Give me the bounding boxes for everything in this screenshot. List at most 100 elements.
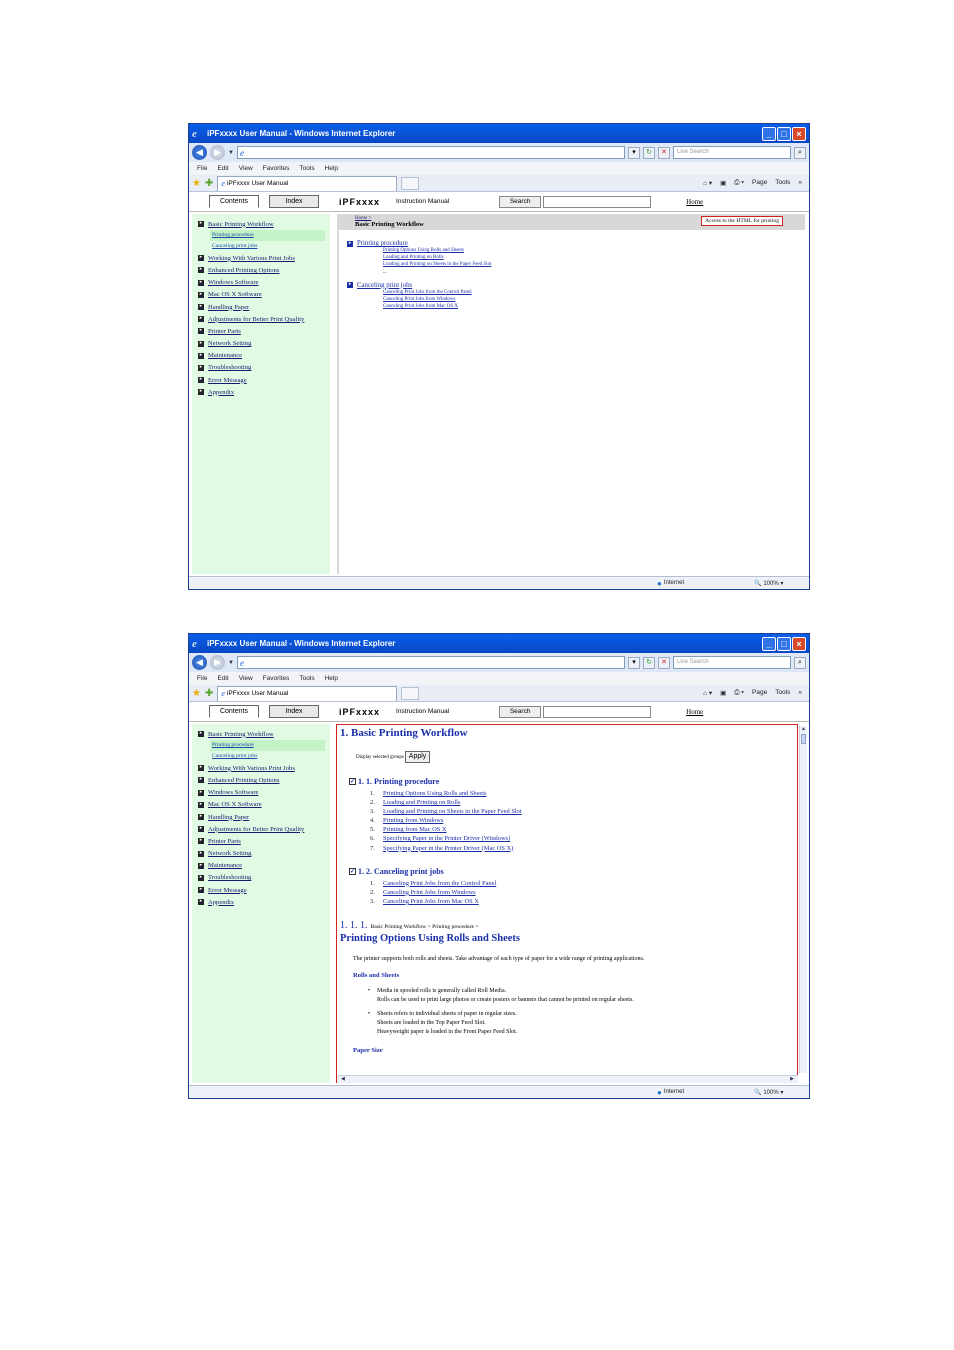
url-dropdown-button[interactable]: ▾ — [628, 656, 640, 669]
tab-user-manual[interactable]: e iPFxxxx User Manual — [217, 685, 398, 701]
tools-menu[interactable]: Tools — [775, 689, 790, 697]
home-icon[interactable]: ⌂ ▾ — [703, 179, 712, 187]
scroll-left-icon[interactable]: ◀ — [341, 1076, 345, 1083]
sidebar-item[interactable]: ▸ Maintenance — [192, 350, 330, 362]
sidebar-item[interactable]: ▸ Adjustments for Better Print Quality — [192, 313, 330, 325]
url-input[interactable]: e — [236, 146, 625, 159]
add-favorite-icon[interactable]: ✚ — [205, 688, 213, 699]
topic-link[interactable]: Canceling Print Jobs from Windows — [383, 296, 805, 303]
sidebar-item[interactable]: ▸ Troubleshooting — [192, 362, 330, 374]
sidebar-subitem-printing-procedure[interactable]: Printing procedure — [210, 740, 325, 752]
tab-user-manual[interactable]: e iPFxxxx User Manual — [217, 175, 398, 191]
sidebar-subitem-printing-procedure[interactable]: Printing procedure — [210, 230, 325, 242]
sidebar-item[interactable]: ▸ Working With Various Print Jobs — [192, 252, 330, 264]
menu-tools[interactable]: Tools — [299, 165, 314, 172]
sidebar-item[interactable]: ▸ Error Message — [192, 884, 330, 896]
overflow-icon[interactable]: » — [798, 689, 802, 697]
topic-link[interactable]: Specifying Paper in the Printer Driver (… — [383, 834, 510, 843]
vertical-scrollbar[interactable]: ▲ — [799, 726, 807, 1073]
favorites-star-icon[interactable]: ★ — [192, 178, 201, 189]
refresh-button[interactable]: ↻ — [643, 146, 655, 159]
back-button[interactable]: ◀ — [192, 655, 207, 670]
topic-link[interactable]: Canceling Print Jobs from Windows — [383, 888, 476, 897]
tab-index[interactable]: Index — [269, 705, 319, 718]
menu-favorites[interactable]: Favorites — [263, 675, 290, 682]
close-button[interactable]: × — [792, 126, 806, 141]
sidebar-item[interactable]: ▸ Mac OS X Software — [192, 799, 330, 811]
sidebar-item[interactable]: ▸ Troubleshooting — [192, 872, 330, 884]
horizontal-scrollbar[interactable]: ◀ ▶ — [337, 1075, 798, 1083]
section-link[interactable]: ▸ Canceling print jobs — [347, 282, 805, 289]
topic-link[interactable]: Loading and Printing on Sheets in the Pa… — [383, 807, 522, 816]
sidebar-item[interactable]: ▸ Working With Various Print Jobs — [192, 762, 330, 774]
tab-contents[interactable]: Contents — [209, 195, 259, 208]
home-icon[interactable]: ⌂ ▾ — [703, 689, 712, 697]
history-dropdown-icon[interactable]: ▼ — [228, 150, 234, 156]
search-icon[interactable]: ⌕ — [794, 146, 806, 159]
print-icon[interactable]: ⎙ ▾ — [734, 179, 744, 187]
refresh-button[interactable]: ↻ — [643, 656, 655, 669]
topic-link[interactable]: Printing from Windows — [383, 816, 443, 825]
menu-help[interactable]: Help — [325, 675, 338, 682]
stop-button[interactable]: ✕ — [658, 656, 670, 669]
sidebar-item[interactable]: ▸ Enhanced Printing Options — [192, 774, 330, 786]
close-button[interactable]: × — [792, 636, 806, 651]
tab-contents[interactable]: Contents — [209, 705, 259, 718]
home-link[interactable]: Home — [686, 708, 703, 716]
zoom-level[interactable]: 🔍 100% ▾ — [754, 580, 783, 587]
print-icon[interactable]: ⎙ ▾ — [734, 689, 744, 697]
topic-link[interactable]: Canceling Print Jobs from Mac OS X — [383, 303, 805, 310]
menu-tools[interactable]: Tools — [299, 675, 314, 682]
stop-button[interactable]: ✕ — [658, 146, 670, 159]
history-dropdown-icon[interactable]: ▼ — [228, 660, 234, 666]
sidebar-item[interactable]: ▸ Printer Parts — [192, 325, 330, 337]
sidebar-item[interactable]: ▸ Network Setting — [192, 338, 330, 350]
topic-link[interactable]: Printing from Mac OS X — [383, 825, 447, 834]
live-search-input[interactable]: Live Search — [673, 656, 791, 669]
minimize-button[interactable]: _ — [762, 126, 776, 141]
menu-help[interactable]: Help — [325, 165, 338, 172]
topic-link[interactable]: Canceling Print Jobs from the Control Pa… — [383, 289, 805, 296]
url-input[interactable]: e — [236, 656, 625, 669]
sidebar-item[interactable]: ▸ Network Setting — [192, 848, 330, 860]
favorites-star-icon[interactable]: ★ — [192, 688, 201, 699]
topic-link[interactable]: Loading and Printing on Rolls — [383, 254, 805, 261]
feeds-icon[interactable]: ▣ — [720, 689, 726, 697]
sidebar-subitem-canceling[interactable]: Canceling print jobs — [210, 751, 325, 762]
topic-link[interactable]: Canceling Print Jobs from Mac OS X — [383, 897, 479, 906]
url-dropdown-button[interactable]: ▾ — [628, 146, 640, 159]
sidebar-subitem-canceling[interactable]: Canceling print jobs — [210, 241, 325, 252]
topic-link[interactable]: Printing Options Using Rolls and Sheets — [383, 247, 805, 254]
menu-favorites[interactable]: Favorites — [263, 165, 290, 172]
search-button[interactable]: Search — [499, 195, 542, 208]
menu-view[interactable]: View — [239, 165, 253, 172]
scroll-up-icon[interactable]: ▲ — [800, 726, 807, 734]
section-link[interactable]: ▸ Printing procedure — [347, 240, 805, 247]
menu-edit[interactable]: Edit — [217, 165, 228, 172]
home-link[interactable]: Home — [686, 198, 703, 206]
sidebar-item[interactable]: ▸ Windows Software — [192, 277, 330, 289]
live-search-input[interactable]: Live Search — [673, 146, 791, 159]
sidebar-item[interactable]: ▸ Adjustments for Better Print Quality — [192, 823, 330, 835]
search-button[interactable]: Search — [499, 705, 542, 718]
sidebar-item[interactable]: ▸ Appendix — [192, 386, 330, 398]
scroll-right-icon[interactable]: ▶ — [790, 1076, 794, 1083]
group-checkbox[interactable]: ✓ — [349, 867, 356, 875]
maximize-button[interactable]: □ — [777, 126, 791, 141]
maximize-button[interactable]: □ — [777, 636, 791, 651]
page-menu[interactable]: Page — [752, 689, 767, 697]
sidebar-item[interactable]: ▸ Maintenance — [192, 860, 330, 872]
zoom-level[interactable]: 🔍 100% ▾ — [754, 1089, 783, 1096]
manual-search-input[interactable] — [543, 705, 652, 718]
tools-menu[interactable]: Tools — [775, 179, 790, 187]
tab-index[interactable]: Index — [269, 195, 319, 208]
sidebar-item[interactable]: ▸ Error Message — [192, 374, 330, 386]
topic-link[interactable]: Specifying Paper in the Printer Driver (… — [383, 844, 513, 853]
sidebar-item-basic-printing[interactable]: ▸ Basic Printing Workflow — [192, 218, 330, 230]
menu-file[interactable]: File — [197, 675, 207, 682]
add-favorite-icon[interactable]: ✚ — [205, 178, 213, 189]
minimize-button[interactable]: _ — [762, 636, 776, 651]
page-menu[interactable]: Page — [752, 179, 767, 187]
back-button[interactable]: ◀ — [192, 145, 207, 160]
new-tab-button[interactable] — [401, 176, 420, 190]
